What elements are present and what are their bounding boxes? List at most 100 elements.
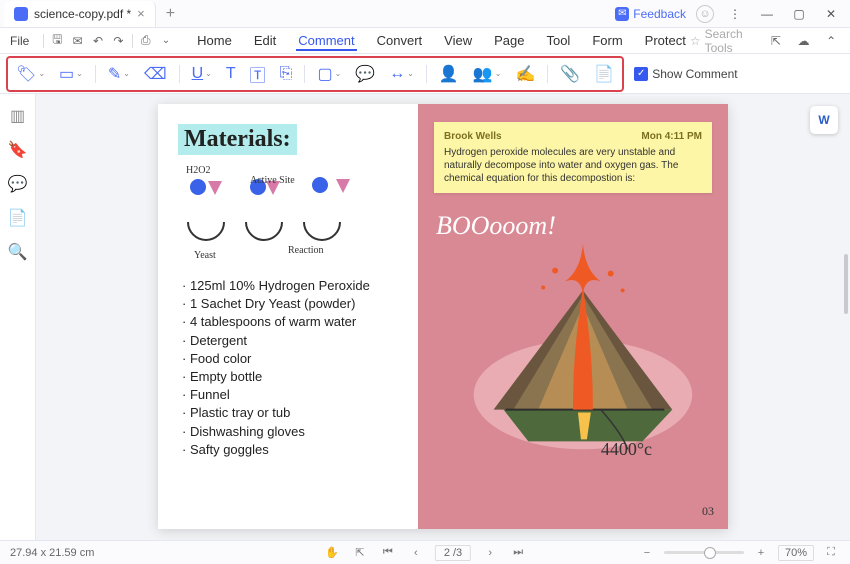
page-indicator[interactable]: 2 /3: [435, 545, 471, 561]
select-tool-icon[interactable]: ⇱: [351, 544, 369, 562]
label-reaction: Reaction: [288, 245, 324, 256]
share-icon[interactable]: ⇱: [767, 30, 785, 52]
volcano-illustration: 4400°c: [434, 235, 712, 465]
search-tools[interactable]: ☆ Search Tools: [690, 27, 757, 55]
label-active-site: Active Site: [250, 175, 295, 186]
doc-icon: [14, 7, 28, 21]
print-dropdown-icon[interactable]: ⌄: [157, 30, 175, 52]
show-comment-toggle[interactable]: ✓ Show Comment: [634, 67, 737, 81]
page-right: Brook Wells Mon 4:11 PM Hydrogen peroxid…: [418, 104, 728, 529]
list-item: Dishwashing gloves: [182, 423, 398, 441]
menubar: File 🖫 ✉ ↶ ↷ ⎙ ⌄ Home Edit Comment Conve…: [0, 28, 850, 54]
left-sidebar: ▥ 🔖 💬 📄 🔍: [0, 94, 36, 540]
collapse-ribbon-icon[interactable]: ⌃: [822, 30, 840, 52]
prev-page-icon[interactable]: ‹: [407, 544, 425, 562]
list-item: 125ml 10% Hydrogen Peroxide: [182, 277, 398, 295]
scrollbar[interactable]: [844, 254, 848, 314]
textbox-tool-icon[interactable]: 🅃: [248, 62, 268, 86]
label-yeast: Yeast: [194, 250, 216, 261]
ribbon-highlight-box: 🏷⌄ ▭⌄ ✎⌄ ⌫ U⌄ T 🅃 ⎘ ▢⌄ 💬 ↔⌄ 👤 👥⌄ ✍ 📎 📄: [6, 56, 624, 92]
temperature-label: 4400°c: [601, 439, 652, 460]
menu-page[interactable]: Page: [492, 31, 526, 51]
diagram-sketch: H2O2 Active Site Yeast Reaction: [178, 165, 398, 265]
underline-tool-icon[interactable]: U⌄: [190, 65, 214, 83]
dimensions-label: 27.94 x 21.59 cm: [10, 547, 94, 559]
mail-icon[interactable]: ✉: [69, 30, 87, 52]
word-export-badge[interactable]: W: [810, 106, 838, 134]
callout-tool-icon[interactable]: ⎘: [278, 65, 295, 83]
list-item: Funnel: [182, 386, 398, 404]
print-icon[interactable]: ⎙: [136, 30, 154, 52]
stamp-add-icon[interactable]: 👥⌄: [471, 64, 504, 84]
attachment-tool-icon[interactable]: 📎: [558, 64, 582, 84]
menu-convert[interactable]: Convert: [375, 31, 425, 51]
fit-page-icon[interactable]: ⛶: [822, 544, 840, 562]
rectangle-tool-icon[interactable]: ▢⌄: [315, 64, 343, 84]
statusbar: 27.94 x 21.59 cm ✋ ⇱ ⏮ ‹ 2 /3 › ⏭ − + 70…: [0, 540, 850, 564]
minimize-button[interactable]: —: [756, 3, 778, 25]
menu-home[interactable]: Home: [195, 31, 234, 51]
save-icon[interactable]: 🖫: [48, 30, 66, 52]
measure-tool-icon[interactable]: ↔⌄: [387, 65, 416, 83]
close-window-button[interactable]: ✕: [820, 3, 842, 25]
tab-title: science-copy.pdf *: [34, 7, 131, 21]
redo-icon[interactable]: ↷: [109, 30, 127, 52]
note-body: Hydrogen peroxide molecules are very uns…: [444, 146, 702, 185]
menu-comment[interactable]: Comment: [296, 31, 356, 51]
note-time: Mon 4:11 PM: [641, 130, 702, 143]
menu-view[interactable]: View: [442, 31, 474, 51]
feedback-icon: ✉: [615, 7, 629, 21]
workspace: ▥ 🔖 💬 📄 🔍 Materials: H2O2 Active Site Ye…: [0, 94, 850, 540]
zoom-out-icon[interactable]: −: [638, 544, 656, 562]
cloud-icon[interactable]: ☁: [795, 30, 813, 52]
list-item: Empty bottle: [182, 368, 398, 386]
hand-tool-icon[interactable]: ✋: [323, 544, 341, 562]
last-page-icon[interactable]: ⏭: [509, 544, 527, 562]
menu-dots-icon[interactable]: ⋮: [724, 3, 746, 25]
note-tool-icon[interactable]: 🏷⌄: [14, 64, 47, 84]
list-item: Plastic tray or tub: [182, 404, 398, 422]
stamp-tool-icon[interactable]: 👤: [437, 64, 461, 84]
attachment-panel-icon[interactable]: 📄: [8, 208, 28, 228]
menu-form[interactable]: Form: [590, 31, 624, 51]
thumbnails-icon[interactable]: ▥: [8, 106, 28, 126]
undo-icon[interactable]: ↶: [89, 30, 107, 52]
search-icon: ☆: [690, 34, 701, 48]
document-tab[interactable]: science-copy.pdf * ×: [4, 1, 156, 27]
new-tab-button[interactable]: +: [156, 5, 185, 23]
menu-tool[interactable]: Tool: [544, 31, 572, 51]
zoom-value[interactable]: 70%: [778, 545, 814, 561]
search-panel-icon[interactable]: 🔍: [8, 242, 28, 262]
list-item: Food color: [182, 350, 398, 368]
materials-list: 125ml 10% Hydrogen Peroxide 1 Sachet Dry…: [178, 277, 398, 459]
pencil-tool-icon[interactable]: ✎⌄: [106, 64, 132, 84]
sticky-note[interactable]: Brook Wells Mon 4:11 PM Hydrogen peroxid…: [434, 122, 712, 193]
next-page-icon[interactable]: ›: [481, 544, 499, 562]
bookmark-icon[interactable]: 🔖: [8, 140, 28, 160]
first-page-icon[interactable]: ⏮: [379, 544, 397, 562]
list-item: 4 tablespoons of warm water: [182, 313, 398, 331]
feedback-button[interactable]: ✉ Feedback: [615, 7, 686, 21]
avatar[interactable]: ☺: [696, 5, 714, 23]
menu-edit[interactable]: Edit: [252, 31, 278, 51]
note-list-icon[interactable]: 📄: [592, 64, 616, 84]
comment-box-icon[interactable]: 💬: [353, 64, 377, 84]
list-item: Safty goggles: [182, 441, 398, 459]
close-tab-icon[interactable]: ×: [137, 6, 145, 21]
search-placeholder: Search Tools: [705, 27, 757, 55]
signature-tool-icon[interactable]: ✍: [513, 64, 537, 84]
page-canvas[interactable]: Materials: H2O2 Active Site Yeast Reacti…: [36, 94, 850, 540]
text-tool-icon[interactable]: T: [224, 65, 238, 83]
comment-panel-icon[interactable]: 💬: [8, 174, 28, 194]
checkbox-checked-icon: ✓: [634, 67, 648, 81]
zoom-in-icon[interactable]: +: [752, 544, 770, 562]
file-menu[interactable]: File: [0, 34, 39, 48]
label-h2o2: H2O2: [186, 165, 210, 176]
list-item: 1 Sachet Dry Yeast (powder): [182, 295, 398, 313]
highlight-tool-icon[interactable]: ▭⌄: [57, 64, 85, 84]
maximize-button[interactable]: ▢: [788, 3, 810, 25]
menu-protect[interactable]: Protect: [643, 31, 688, 51]
zoom-slider[interactable]: [664, 551, 744, 554]
eraser-tool-icon[interactable]: ⌫: [142, 64, 169, 84]
page-number: 03: [702, 504, 714, 519]
